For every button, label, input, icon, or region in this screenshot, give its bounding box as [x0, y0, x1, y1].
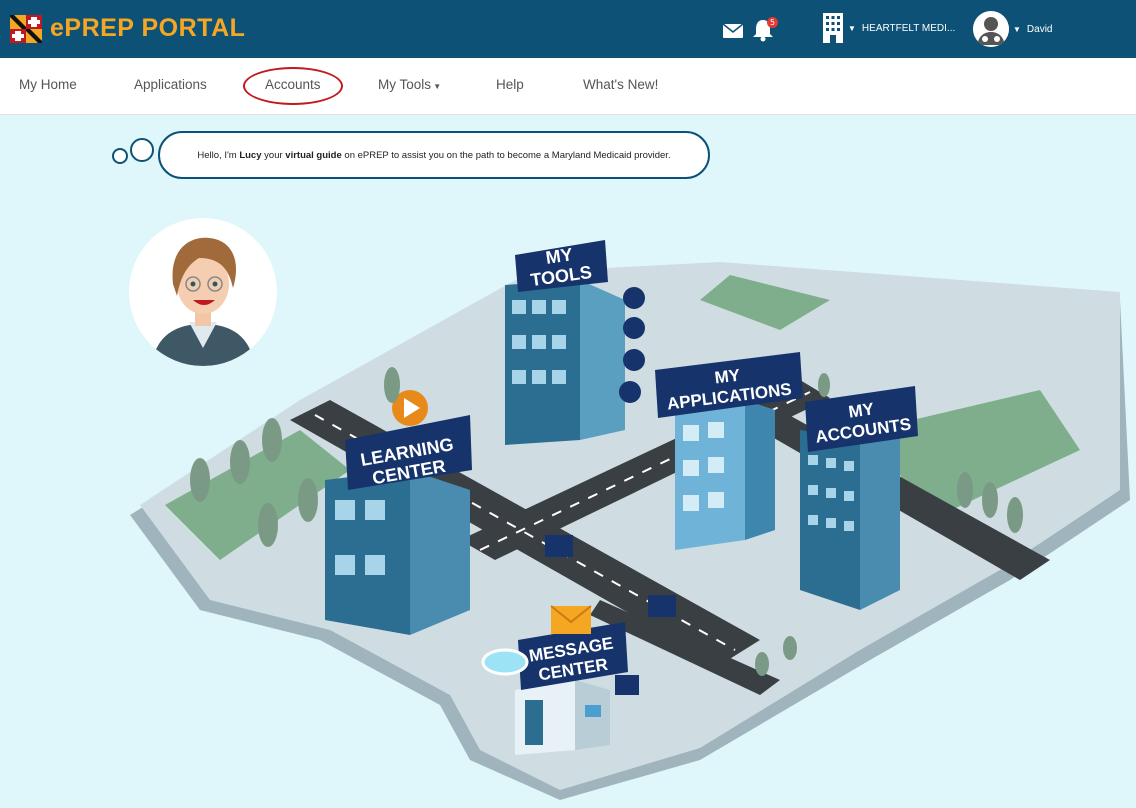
portal-logo[interactable]: ePREP PORTAL [10, 14, 245, 43]
envelope-icon[interactable] [723, 24, 743, 38]
user-menu[interactable]: ▼ David [973, 11, 1053, 47]
fountain [481, 648, 529, 676]
user-avatar-icon [973, 11, 1009, 47]
building-icon [823, 13, 843, 43]
top-header: ePREP PORTAL 5 ▼ HEARTFELT MEDI... ▼ Dav… [0, 0, 1136, 58]
chevron-down-icon: ▼ [431, 82, 442, 91]
nav-whats-new[interactable]: What's New! [583, 77, 658, 92]
maryland-flag-icon [10, 14, 42, 43]
my-accounts-sign-line1: MY [847, 399, 876, 421]
notification-count-badge: 5 [767, 17, 778, 28]
accounts-highlight-circle [243, 67, 343, 105]
nav-help[interactable]: Help [496, 77, 524, 92]
city-map: MY TOOLS LEARNING CENTER MY APPLICATIONS… [130, 240, 1130, 800]
chevron-down-icon: ▼ [848, 23, 856, 33]
nav-my-home[interactable]: My Home [19, 77, 77, 92]
user-name: David [1026, 23, 1053, 35]
nav-my-tools[interactable]: My Tools ▼ [378, 77, 441, 92]
organization-name: HEARTFELT MEDI... [861, 22, 956, 34]
nav-my-tools-label: My Tools [378, 77, 432, 92]
my-applications-sign-line1: MY [714, 365, 742, 387]
nav-applications[interactable]: Applications [134, 77, 207, 92]
chevron-down-icon: ▼ [1013, 24, 1021, 34]
main-navigation: My Home Applications Accounts My Tools ▼… [0, 58, 1136, 115]
organization-dropdown[interactable]: ▼ HEARTFELT MEDI... [822, 12, 955, 44]
portal-title: ePREP PORTAL [50, 14, 246, 42]
